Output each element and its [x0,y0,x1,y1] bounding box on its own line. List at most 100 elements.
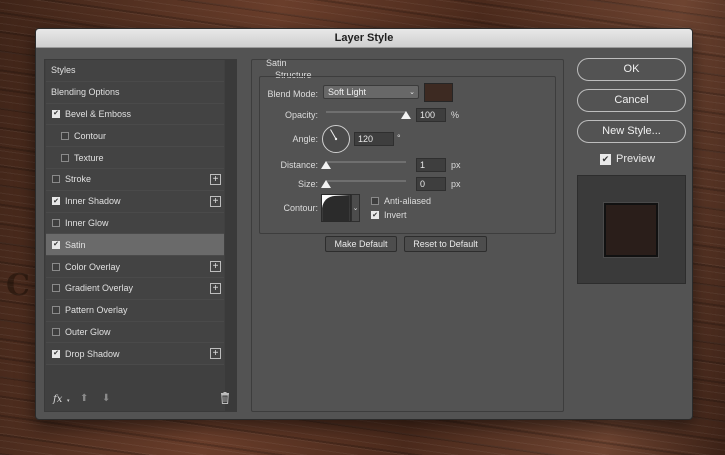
checkbox-icon[interactable] [61,153,69,162]
checkbox-icon[interactable] [52,262,60,271]
style-item-label: Bevel & Emboss [65,108,132,119]
chevron-down-icon: ⌄ [352,205,359,212]
angle-dial[interactable] [321,124,351,154]
contour-curve-preview[interactable] [321,194,351,222]
style-item-color-overlay[interactable]: Color Overlay + [46,256,224,278]
opacity-slider-thumb[interactable] [401,111,411,119]
style-item-satin[interactable]: ✔ Satin [46,234,224,257]
blend-mode-value: Soft Light [328,87,367,97]
blend-mode-select[interactable]: Soft Light ⌄ [323,85,419,99]
style-item-inner-shadow[interactable]: ✔ Inner Shadow + [46,190,224,213]
ok-button[interactable]: OK [577,58,686,81]
add-instance-icon[interactable]: + [210,173,221,185]
layer-style-dialog: Layer Style Styles Blending Options ✔ Bevel… [35,28,693,420]
checkbox-icon[interactable] [52,175,60,184]
style-item-texture[interactable]: Texture [46,147,224,169]
size-slider-thumb[interactable] [321,180,331,188]
angle-unit: ° [397,133,401,143]
distance-slider-thumb[interactable] [321,161,331,169]
styles-bottom-bar: fx ▾ ⬆ ⬇ [45,389,236,411]
anti-aliased-label: Anti-aliased [384,196,432,206]
blend-mode-label: Blend Mode: [267,89,318,99]
reset-to-default-button[interactable]: Reset to Default [404,236,487,252]
checkbox-icon[interactable] [52,327,60,336]
make-default-button[interactable]: Make Default [325,236,397,252]
style-item-drop-shadow[interactable]: ✔ Drop Shadow + [46,343,224,366]
style-item-label: Color Overlay [65,261,121,272]
style-item-label: Satin [65,239,86,250]
style-preview [577,175,686,284]
checkbox-icon[interactable]: ✔ [52,240,60,249]
add-instance-icon[interactable]: + [210,195,221,207]
style-item-label: Contour [74,130,107,141]
preview-label: Preview [616,153,656,165]
style-item-styles[interactable]: Styles [46,60,224,82]
add-instance-icon[interactable]: + [210,282,221,294]
cancel-button[interactable]: Cancel [577,89,686,112]
new-style-button[interactable]: New Style... [577,120,686,143]
add-instance-icon[interactable]: + [210,348,221,360]
opacity-unit: % [451,110,460,120]
checkbox-icon[interactable] [52,284,60,293]
checkbox-icon[interactable]: ✔ [52,197,60,206]
angle-label: Angle: [292,134,318,144]
checkbox-icon[interactable]: ✔ [52,109,60,118]
checkbox-icon[interactable] [52,306,60,315]
style-item-label: Inner Glow [65,217,109,228]
styles-scrollbar[interactable] [225,60,237,412]
move-up-icon[interactable]: ⬆ [80,393,88,404]
trash-icon[interactable] [220,392,230,404]
anti-aliased-checkbox[interactable]: Anti-aliased [371,196,431,206]
style-item-blending-options[interactable]: Blending Options [46,81,224,104]
style-item-label: Stroke [65,174,92,185]
opacity-slider-track[interactable] [326,111,406,113]
contour-dropdown[interactable]: ⌄ [351,194,360,222]
checkbox-icon: ✔ [600,153,611,165]
size-unit: px [451,179,461,189]
preview-checkbox[interactable]: ✔ Preview [600,153,655,165]
distance-slider-track[interactable] [326,161,406,163]
checkbox-icon[interactable]: ✔ [52,349,60,358]
opacity-label: Opacity: [284,110,318,120]
chevron-down-icon: ⌄ [409,89,415,96]
style-item-outer-glow[interactable]: Outer Glow [46,321,224,344]
background-canvas-glyph: C [6,268,30,303]
size-label: Size: [297,179,318,189]
style-item-label: Drop Shadow [65,348,120,359]
add-instance-icon[interactable]: + [210,261,221,273]
style-item-bevel-emboss[interactable]: ✔ Bevel & Emboss [46,103,224,126]
size-input[interactable]: 0 [416,177,446,191]
section-title: Satin [266,58,287,68]
style-item-stroke[interactable]: Stroke + [46,168,224,191]
distance-unit: px [451,160,461,170]
style-item-label: Texture [74,152,104,163]
distance-input[interactable]: 1 [416,158,446,172]
satin-color-swatch[interactable] [424,83,453,102]
styles-panel: Styles Blending Options ✔ Bevel & Emboss Con… [44,59,237,412]
styles-list: Styles Blending Options ✔ Bevel & Emboss Con… [46,60,224,366]
checkbox-icon[interactable] [61,131,69,140]
style-item-label: Inner Shadow [65,196,121,207]
fx-caret-icon: ▾ [67,398,70,404]
move-down-icon[interactable]: ⬇ [102,393,110,404]
invert-checkbox[interactable]: ✔ Invert [371,210,407,220]
preview-swatch [604,203,658,257]
checkbox-icon[interactable] [52,218,60,227]
dialog-title: Layer Style [36,29,692,48]
size-slider-track[interactable] [326,180,406,182]
style-item-label: Outer Glow [65,326,111,337]
checkbox-icon [371,197,379,205]
style-item-label: Gradient Overlay [65,283,134,294]
invert-label: Invert [384,210,407,220]
opacity-input[interactable]: 100 [416,108,446,122]
style-item-pattern-overlay[interactable]: Pattern Overlay [46,299,224,322]
style-item-gradient-overlay[interactable]: Gradient Overlay + [46,277,224,300]
style-item-contour[interactable]: Contour [46,125,224,148]
fx-button[interactable]: fx [53,394,62,405]
style-item-label: Styles [51,65,76,76]
style-item-label: Pattern Overlay [65,305,128,316]
checkbox-icon: ✔ [371,211,379,219]
contour-label: Contour: [283,203,318,213]
style-item-inner-glow[interactable]: Inner Glow [46,212,224,235]
angle-input[interactable]: 120 [354,132,394,146]
